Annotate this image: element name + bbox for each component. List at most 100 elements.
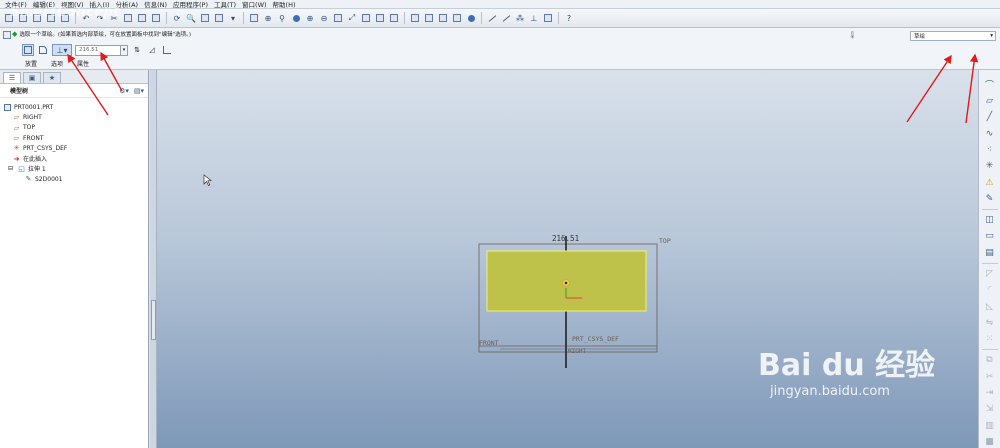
graphics-window[interactable]: 216.51 TOP FRONT PRT_CSYS_DEF RIGHT Bai … [150,70,978,448]
extrude-solid-icon[interactable] [22,44,34,56]
dimension-value[interactable]: 216.51 [552,234,579,243]
enhanced-realism-icon[interactable] [465,12,477,24]
open-file-icon[interactable] [17,12,29,24]
zoom-in-icon[interactable]: ⊕ [304,12,316,24]
offset-tool-icon[interactable]: ⇲ [983,403,996,415]
spin-center-icon[interactable]: ⊕ [262,12,274,24]
tree-node[interactable]: PRT0001.PRT [4,102,148,112]
undo-icon[interactable]: ↶ [80,12,92,24]
analysis-tool-icon[interactable]: ⚠ [983,176,996,188]
filter-select[interactable]: 草绘 ▾ [910,31,996,41]
saved-views-icon[interactable] [360,12,372,24]
zoom-out-icon[interactable]: ⊖ [318,12,330,24]
csys-toggle-icon[interactable]: ⊥ [528,12,540,24]
menu-tools[interactable]: 工具(T) [211,0,239,9]
datum-axis-tool-icon[interactable]: ╱ [983,111,996,123]
folder-browser-tab-icon[interactable]: ▣ [23,72,41,83]
context-help-icon[interactable]: ? [563,12,575,24]
menu-edit[interactable]: 编辑(E) [30,0,58,9]
print-icon[interactable] [45,12,57,24]
view-manager-icon[interactable] [388,12,400,24]
favorites-tab-icon[interactable]: ★ [43,72,61,83]
redo-icon[interactable]: ↷ [94,12,106,24]
datum-points-toggle-icon[interactable]: ⁂ [514,12,526,24]
depth-input[interactable]: 216.51 [75,44,121,56]
email-icon[interactable] [59,12,71,24]
menu-help[interactable]: 帮助(H) [270,0,299,9]
no-hidden-icon[interactable] [437,12,449,24]
menu-insert[interactable]: 插入(I) [87,0,113,9]
dropdown-icon[interactable]: ▾ [227,12,239,24]
datum-plane-tool-icon[interactable]: ▱ [983,95,996,107]
tree-node[interactable]: ➜ 在此插入 [4,153,148,164]
regenerate-icon[interactable]: ⟳ [171,12,183,24]
window-icon[interactable] [213,12,225,24]
reorient-icon[interactable]: ⤢ [346,12,358,24]
depth-blind-icon[interactable]: ⊥▾ [52,44,72,56]
select-filter-icon[interactable] [199,12,211,24]
thicken-icon[interactable] [161,44,173,56]
datum-planes-toggle-icon[interactable] [486,12,498,24]
tree-node[interactable]: ▱ TOP [4,123,148,133]
layers-icon[interactable] [374,12,386,24]
draft-tool-icon[interactable]: ◸ [983,268,996,280]
extend-tool-icon[interactable]: ⇥ [983,387,996,399]
paste-special-icon[interactable] [150,12,162,24]
save-icon[interactable] [31,12,43,24]
model-tree-tab-icon[interactable]: ☰ [3,72,21,83]
thicken-tool-icon[interactable]: ▥ [983,420,996,432]
repaint-icon[interactable] [248,12,260,24]
menu-file[interactable]: 文件(F) [2,0,30,9]
hole-tool-icon[interactable]: ◫ [983,214,996,226]
cut-icon[interactable]: ✂ [108,12,120,24]
menu-window[interactable]: 窗口(W) [239,0,270,9]
dashboard-collapse-icon[interactable] [3,31,11,39]
tab-options[interactable]: 选项 [50,59,64,68]
remove-material-icon[interactable]: ◿ [146,44,158,56]
tree-show-icon[interactable]: ▤▾ [134,87,144,95]
wireframe-icon[interactable] [409,12,421,24]
mirror-tool-icon[interactable]: ⇋ [983,317,996,329]
pattern-tool-icon[interactable]: ⁙ [983,333,996,345]
menu-view[interactable]: 视图(V) [58,0,87,9]
tree-node[interactable]: ▱ RIGHT [4,112,148,122]
sketched-curve-tool-icon[interactable]: ✎ [983,193,996,205]
csys-tool-icon[interactable]: ✳ [983,160,996,172]
copy-icon[interactable] [122,12,134,24]
shell-tool-icon[interactable]: ▭ [983,230,996,242]
menu-applications[interactable]: 应用程序(P) [170,0,211,9]
flip-direction-icon[interactable]: ⇅ [131,44,143,56]
hidden-line-icon[interactable] [423,12,435,24]
tab-properties[interactable]: 属性 [76,59,90,68]
datum-axes-toggle-icon[interactable] [500,12,512,24]
paste-icon[interactable] [136,12,148,24]
merge-tool-icon[interactable]: ⧉ [983,354,996,366]
tree-node[interactable]: ▱ FRONT [4,133,148,143]
annotation-toggle-icon[interactable] [542,12,554,24]
tree-node[interactable]: ✳ PRT_CSYS_DEF [4,143,148,153]
tree-node[interactable]: ✎ S2D0001 [4,174,148,184]
round-tool-icon[interactable]: ◜ [983,284,996,296]
extrude-surface-icon[interactable] [37,44,49,56]
trim-tool-icon[interactable]: ✂ [983,371,996,383]
new-file-icon[interactable] [3,12,15,24]
orient-mode-icon[interactable]: ⚲ [276,12,288,24]
menu-analysis[interactable]: 分析(A) [113,0,142,9]
shading-icon[interactable] [290,12,302,24]
find-icon[interactable]: 🔍 [185,12,197,24]
rib-tool-icon[interactable]: ▤ [983,247,996,259]
model-tree-header: 模型树 ⚙▾ ▤▾ [0,84,148,98]
chamfer-tool-icon[interactable]: ◺ [983,300,996,312]
tree-node[interactable]: ⊟ ◱ 拉伸 1 [4,164,148,174]
datum-curve-tool-icon[interactable]: ∿ [983,128,996,140]
solidify-tool-icon[interactable]: ■ [983,436,996,448]
sketch-tool-icon[interactable]: ⌒ [983,78,996,91]
shaded-icon[interactable] [451,12,463,24]
tab-placement[interactable]: 放置 [24,59,38,68]
menu-info[interactable]: 信息(N) [141,0,170,9]
tree-settings-icon[interactable]: ⚙▾ [119,87,129,95]
depth-dropdown-icon[interactable]: ▾ [121,44,128,56]
refit-icon[interactable] [332,12,344,24]
expand-icon[interactable]: ⊟ [6,165,15,173]
datum-point-tool-icon[interactable]: ⁖ [983,144,996,156]
